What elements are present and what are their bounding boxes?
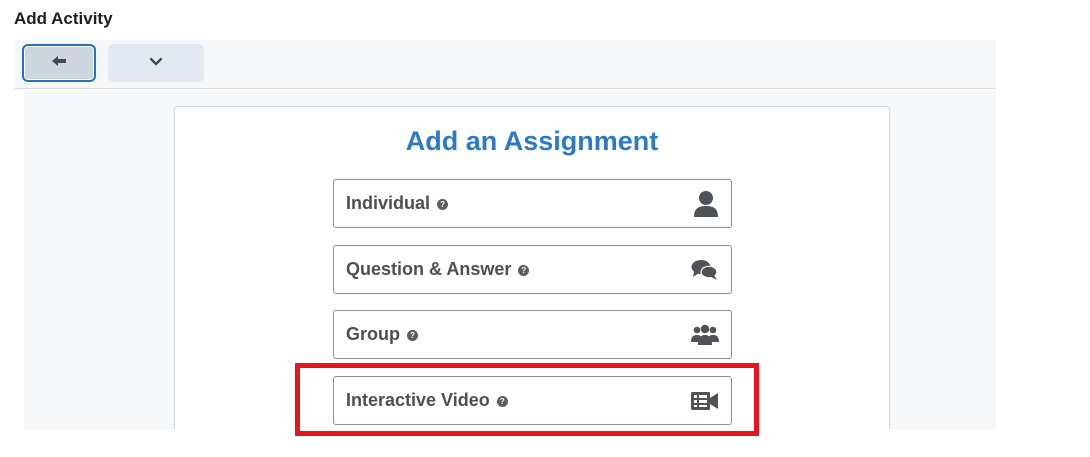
assignment-heading: Add an Assignment <box>405 126 659 156</box>
option-group[interactable]: Group ? <box>333 310 732 359</box>
chevron-down-icon <box>149 54 163 72</box>
option-label: Question & Answer <box>346 259 512 279</box>
toolbar <box>14 40 996 89</box>
arrow-left-icon <box>51 54 67 73</box>
option-individual[interactable]: Individual ? <box>333 179 732 228</box>
menu-dropdown-button[interactable] <box>108 44 204 82</box>
option-interactive-video[interactable]: Interactive Video ? <box>333 376 732 425</box>
option-label: Group <box>346 324 400 344</box>
back-button[interactable] <box>22 44 96 82</box>
video-camera-icon <box>691 391 719 411</box>
group-icon <box>691 324 719 346</box>
option-question-answer[interactable]: Question & Answer ? <box>333 245 732 294</box>
help-icon[interactable]: ? <box>496 396 508 407</box>
help-icon[interactable]: ? <box>437 199 449 210</box>
help-icon[interactable]: ? <box>518 265 530 276</box>
help-icon[interactable]: ? <box>407 330 418 341</box>
person-icon <box>693 190 719 218</box>
option-label: Individual <box>346 193 431 213</box>
option-label: Interactive Video <box>346 390 490 410</box>
viewport-edge <box>0 429 1090 457</box>
page-title: Add Activity <box>14 9 113 28</box>
chat-bubbles-icon <box>691 259 719 281</box>
